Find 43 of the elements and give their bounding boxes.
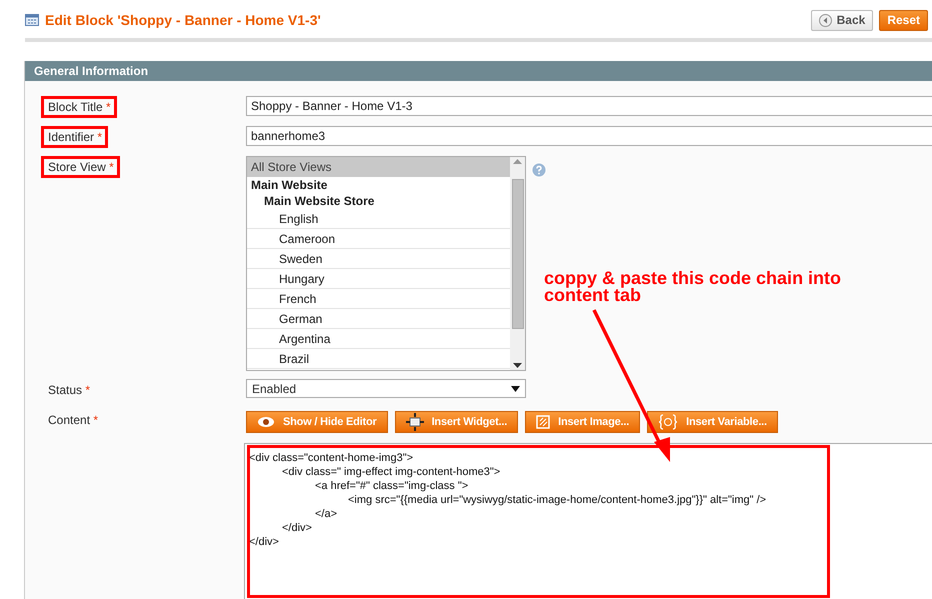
field-label: Store View * (41, 156, 120, 178)
code-line: <div class="content-home-img3"> (249, 451, 414, 465)
annotation-note: coppy & paste this code chain into content tab (544, 270, 842, 304)
group-label: Main Website (250, 177, 328, 193)
scroll-up-icon[interactable] (513, 159, 522, 164)
code-line: <div class=" img-effect img-content-home3"> (282, 465, 500, 479)
help-icon[interactable] (532, 163, 546, 177)
list-option[interactable]: Hungary (247, 269, 510, 289)
scrollbar[interactable] (510, 157, 525, 370)
image-icon (536, 415, 550, 429)
braces-icon (658, 414, 678, 430)
scroll-down-icon[interactable] (513, 363, 522, 368)
back-button[interactable]: Back (810, 10, 874, 30)
list-option[interactable]: Sweden (247, 249, 510, 269)
list-option[interactable]: Cameroon (247, 229, 510, 249)
field-label: Identifier * (41, 126, 108, 148)
text-field[interactable]: bannerhome3 (246, 126, 932, 146)
group-label: Main Website Store (263, 193, 376, 209)
back-icon (818, 14, 832, 26)
eye-icon (257, 416, 275, 428)
list-option[interactable]: All Store Views (247, 157, 510, 177)
code-line: <img src="{{media url="wysiwyg/static-image-home/content-home3.jpg"}}" alt="img" /> (348, 493, 766, 507)
code-line: </div> (282, 521, 312, 535)
code-line: </a> (315, 507, 338, 521)
list-option[interactable]: English (247, 209, 510, 229)
dropdown-arrow-icon (511, 386, 520, 392)
list-option[interactable]: German (247, 309, 510, 329)
content-textarea[interactable] (244, 443, 932, 599)
store-view-list[interactable]: All Store Views Main Website Main Website Store English Cameroon Sweden Hungary French German Argentina Brazil (246, 156, 526, 371)
text-field[interactable]: Shoppy - Banner - Home V1-3 (246, 96, 932, 116)
section-header: General Information (25, 61, 932, 81)
grid-icon (25, 14, 39, 26)
crosshair-icon (406, 413, 424, 431)
field-label: Status * (47, 382, 92, 399)
list-option[interactable]: Argentina (247, 329, 510, 349)
code-line: <a href="#" class="img-class "> (315, 479, 468, 493)
list-option[interactable]: French (247, 289, 510, 309)
field-label: Block Title * (41, 96, 117, 118)
code-line: </div> (249, 535, 279, 549)
status-select[interactable]: Enabled (246, 379, 526, 398)
field-label: Content * (47, 412, 100, 429)
list-option[interactable]: Brazil (247, 349, 510, 369)
page-title: Edit Block 'Shoppy - Banner - Home V1-3' (45, 12, 322, 28)
